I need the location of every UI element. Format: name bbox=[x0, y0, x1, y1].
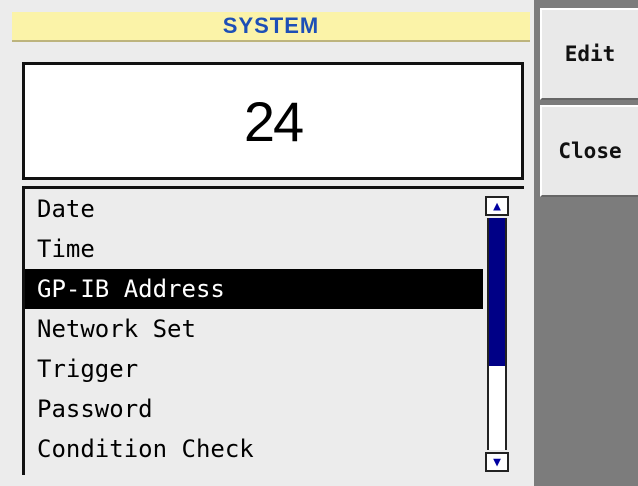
list-item-time[interactable]: Time bbox=[25, 229, 483, 269]
value-text: 24 bbox=[243, 89, 304, 153]
title-bar: SYSTEM bbox=[12, 12, 530, 42]
value-display: 24 bbox=[22, 62, 524, 180]
scroll-track[interactable] bbox=[487, 218, 507, 450]
scroll-thumb[interactable] bbox=[489, 218, 505, 366]
settings-list: Date Time GP-IB Address Network Set Trig… bbox=[22, 186, 524, 475]
arrow-up-icon: ▲ bbox=[493, 198, 501, 214]
softkey-panel: Edit Close bbox=[534, 0, 638, 486]
close-button[interactable]: Close bbox=[540, 105, 638, 197]
system-dialog: SYSTEM 24 Date Time GP-IB Address Networ… bbox=[0, 0, 638, 486]
list-item-date[interactable]: Date bbox=[25, 189, 483, 229]
list-scrollbar[interactable]: ▲ ▼ bbox=[483, 196, 513, 472]
edit-button[interactable]: Edit bbox=[540, 8, 638, 100]
scroll-down-button[interactable]: ▼ bbox=[485, 452, 509, 472]
list-item-condition-check[interactable]: Condition Check bbox=[25, 429, 483, 469]
list-item-password[interactable]: Password bbox=[25, 389, 483, 429]
list-item-network-set[interactable]: Network Set bbox=[25, 309, 483, 349]
arrow-down-icon: ▼ bbox=[493, 454, 501, 470]
page-title: SYSTEM bbox=[222, 13, 320, 38]
scroll-up-button[interactable]: ▲ bbox=[485, 196, 509, 216]
list-item-gpib-address[interactable]: GP-IB Address bbox=[25, 269, 483, 309]
list-item-trigger[interactable]: Trigger bbox=[25, 349, 483, 389]
